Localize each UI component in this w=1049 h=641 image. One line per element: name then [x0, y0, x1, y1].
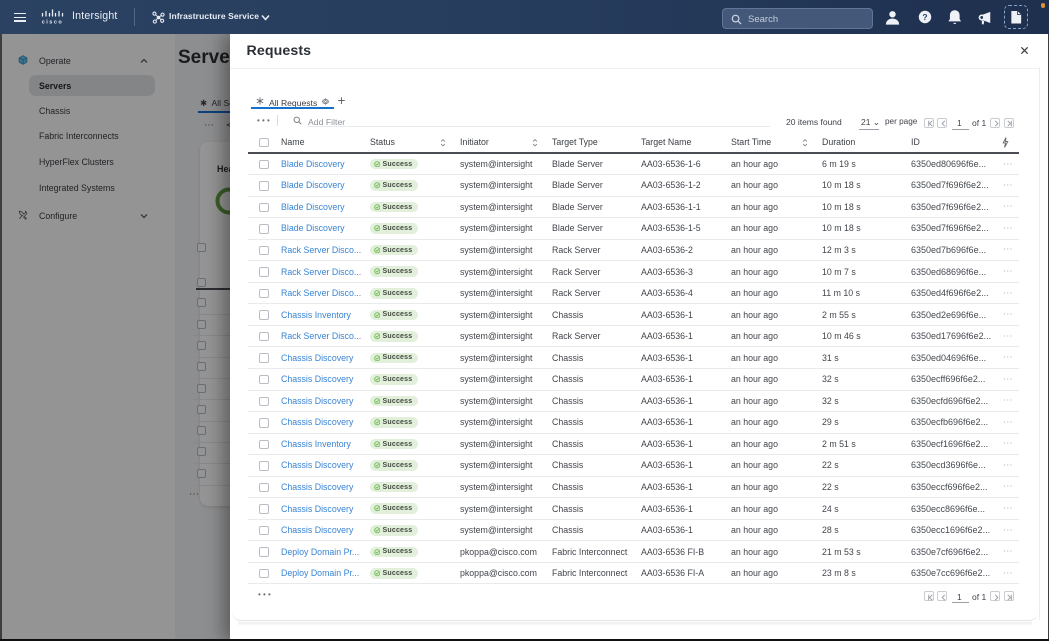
svg-text:?: ?: [922, 12, 927, 22]
svg-text:cisco: cisco: [42, 19, 64, 24]
